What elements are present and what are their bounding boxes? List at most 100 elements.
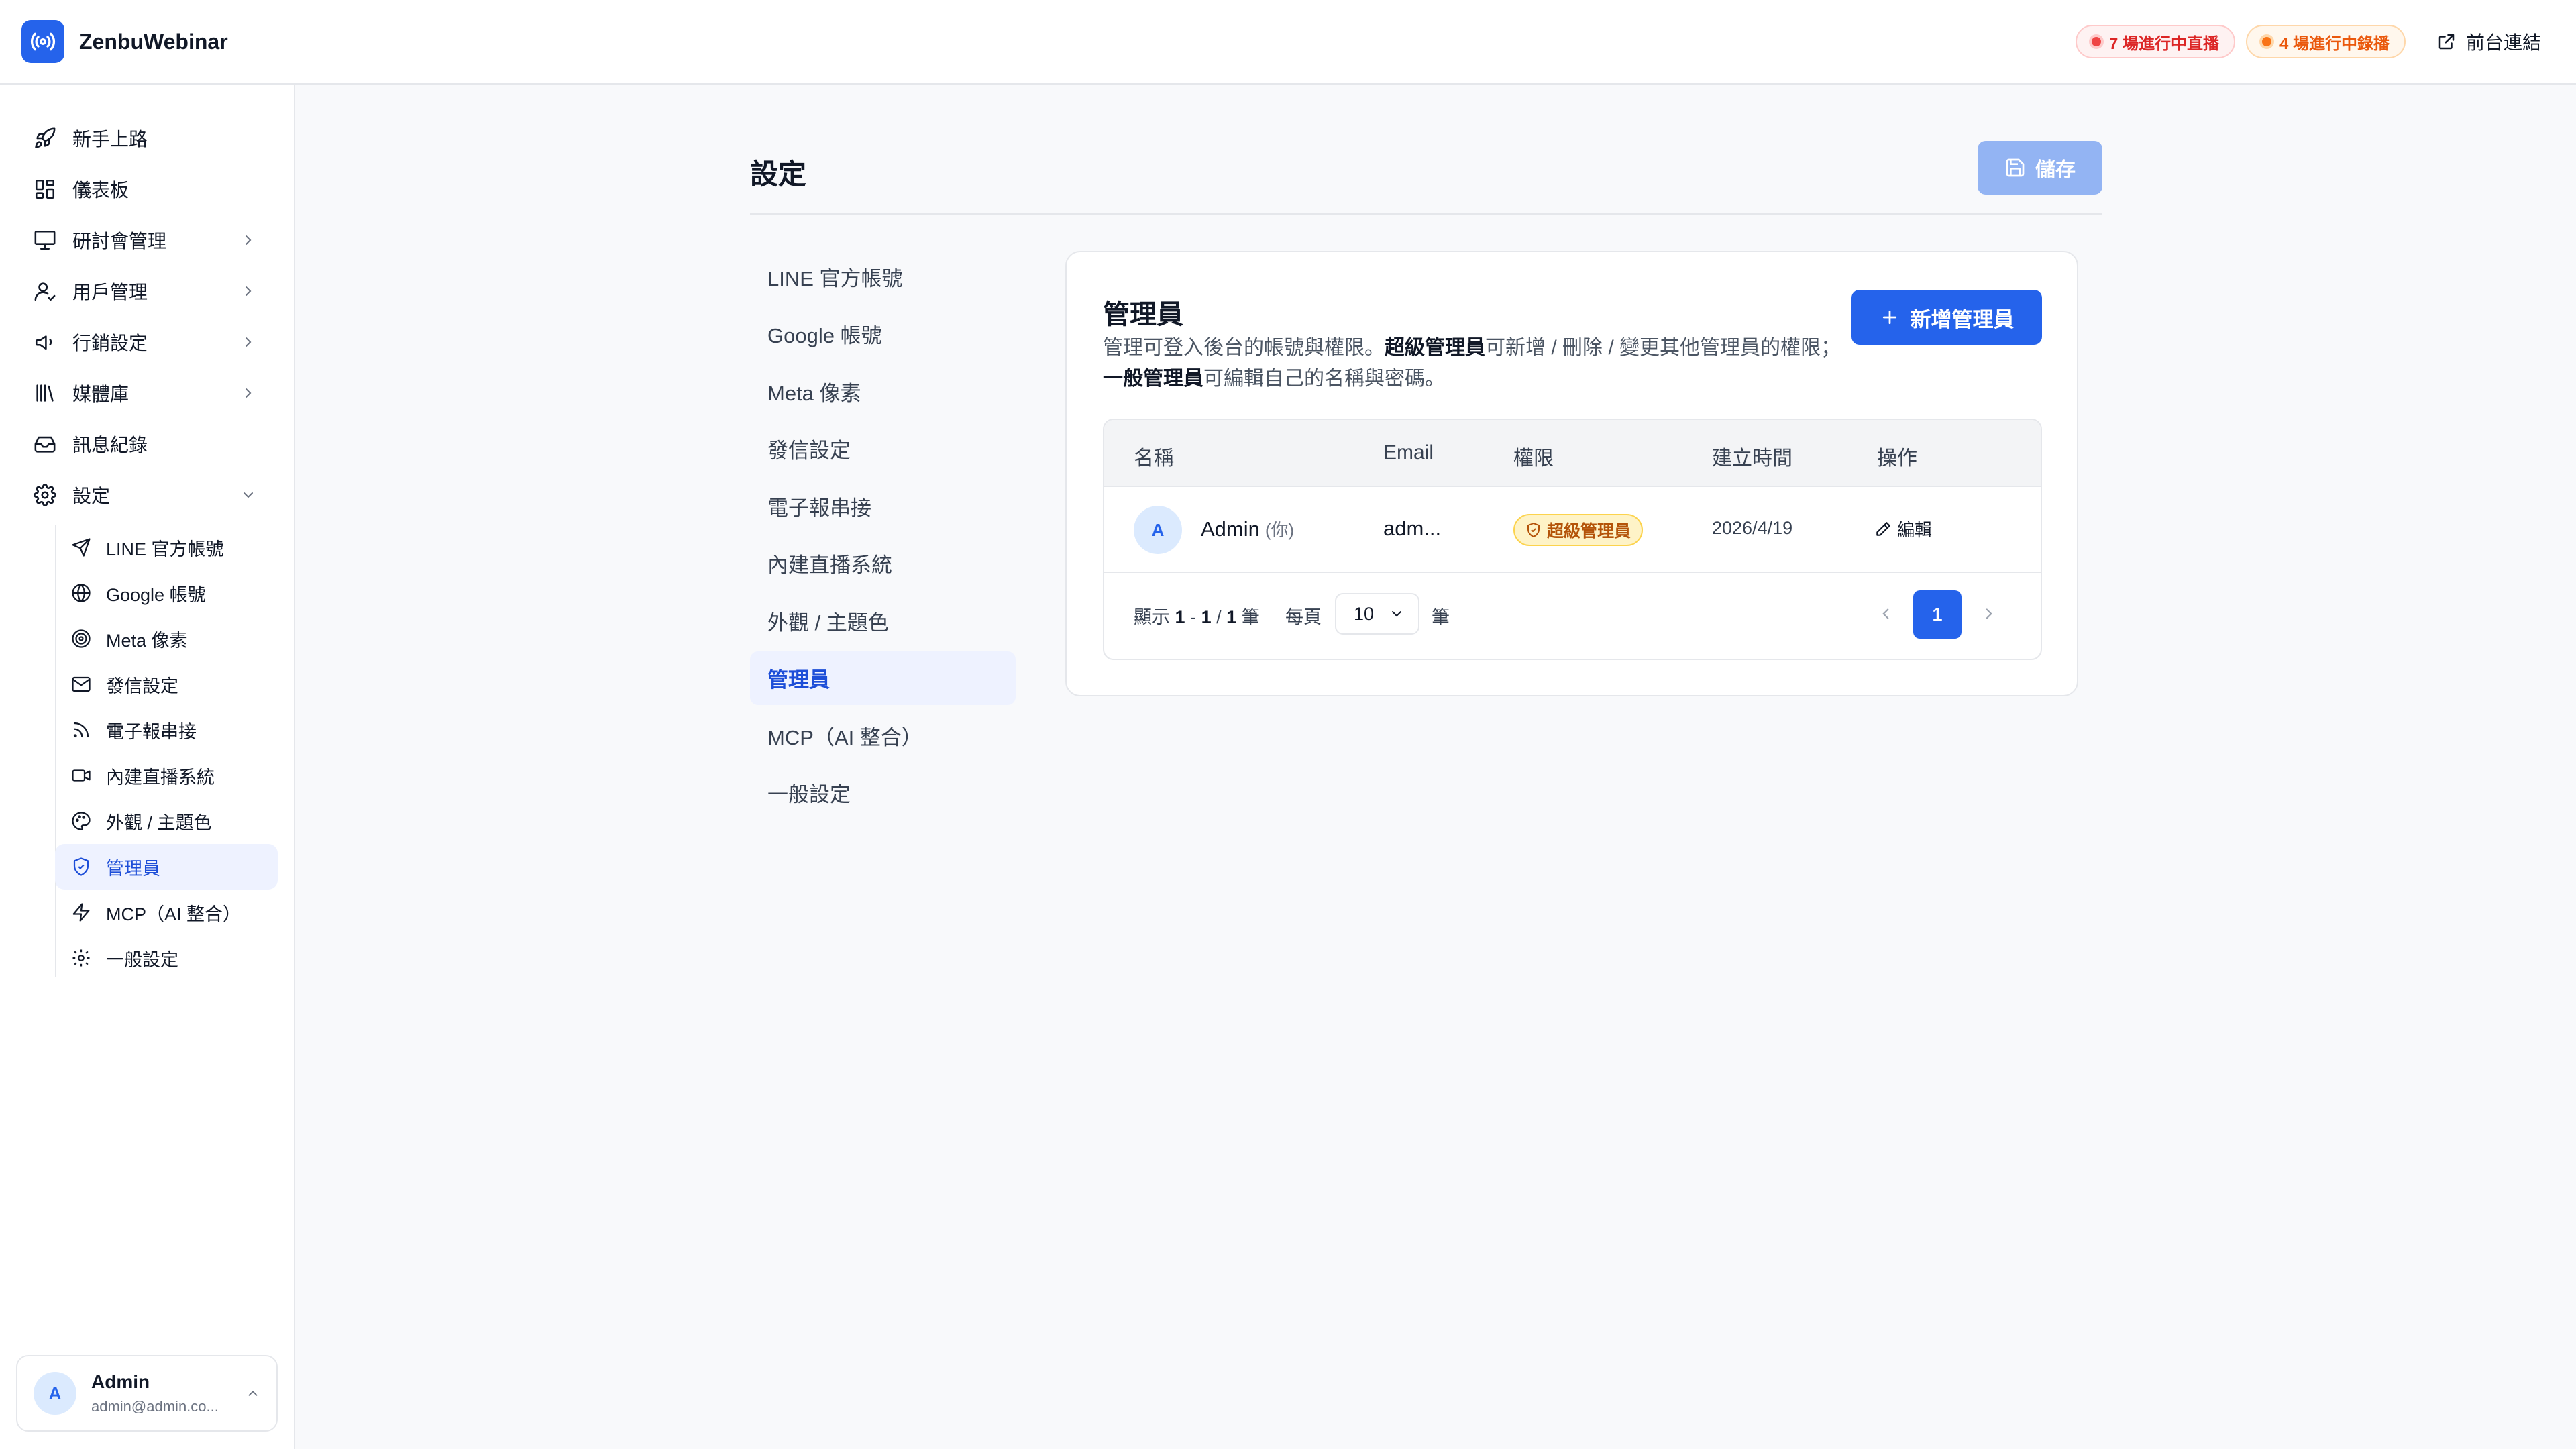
add-admin-button[interactable]: 新增管理員 <box>1851 290 2042 345</box>
subnav-item-general[interactable]: 一般設定 <box>55 935 278 981</box>
subnav-item-live-system[interactable]: 內建直播系統 <box>55 753 278 798</box>
subnav-item-theme[interactable]: 外觀 / 主題色 <box>55 798 278 844</box>
save-icon <box>2006 158 2025 177</box>
subnav-item-mail[interactable]: 發信設定 <box>55 661 278 707</box>
sidebar-item-marketing[interactable]: 行銷設定 <box>0 317 294 368</box>
sidebar-item-media-library[interactable]: 媒體庫 <box>0 368 294 419</box>
broadcast-logo-icon[interactable] <box>21 20 64 63</box>
subnav-item-line[interactable]: LINE 官方帳號 <box>55 525 278 570</box>
add-admin-label: 新增管理員 <box>1910 307 2015 331</box>
front-link-label: 前台連結 <box>2465 32 2541 53</box>
admin-email: adm... <box>1383 517 1442 540</box>
desc-bold-super-admin: 超級管理員 <box>1385 337 1485 359</box>
chevron-right-icon[interactable] <box>1980 605 1998 623</box>
chevron-down-icon <box>244 492 253 498</box>
subnav-item-label: LINE 官方帳號 <box>106 539 224 559</box>
settings-nav: LINE 官方帳號 Google 帳號 Meta 像素 發信設定 電子報串接 內… <box>750 250 1016 823</box>
table-row: A Admin (你) adm... 超級管理員 2026/4/19 編輯 <box>1104 487 2041 573</box>
save-label: 儲存 <box>2035 159 2076 181</box>
presentation-icon <box>34 230 56 250</box>
page-size-select[interactable]: 10 <box>1335 593 1419 635</box>
card-description: 管理可登入後台的帳號與權限。超級管理員可新增 / 刪除 / 變更其他管理員的權限… <box>1103 333 1841 394</box>
live-count-badge[interactable]: 7 場進行中直播 <box>2075 25 2235 58</box>
sidebar-item-label: 訊息紀錄 <box>72 435 148 455</box>
user-info: Admin admin@admin.co... <box>91 1371 219 1415</box>
column-header-actions: 操作 <box>1877 447 1917 470</box>
sidebar-item-webinars[interactable]: 研討會管理 <box>0 215 294 266</box>
per-page-unit: 筆 <box>1432 607 1450 627</box>
subnav-item-google[interactable]: Google 帳號 <box>55 570 278 616</box>
subnav-item-newsletter[interactable]: 電子報串接 <box>55 707 278 753</box>
user-menu[interactable]: A Admin admin@admin.co... <box>16 1355 278 1432</box>
sidebar-item-label: 用戶管理 <box>72 282 148 303</box>
save-button[interactable]: 儲存 <box>1978 141 2102 195</box>
sidebar-item-messages[interactable]: 訊息紀錄 <box>0 419 294 470</box>
desc-text: 可新增 / 刪除 / 變更其他管理員的權限； <box>1485 337 1841 359</box>
sidebar-item-onboarding[interactable]: 新手上路 <box>0 113 294 164</box>
settings-nav-newsletter[interactable]: 電子報串接 <box>750 479 1016 533</box>
desc-bold-admin: 一般管理員 <box>1103 368 1203 390</box>
chevron-down-icon <box>1392 611 1402 617</box>
row-count: 顯示 1 - 1 / 1 筆 <box>1134 602 1260 629</box>
settings-nav-admins[interactable]: 管理員 <box>750 651 1016 705</box>
settings-nav-theme[interactable]: 外觀 / 主題色 <box>750 594 1016 647</box>
target-icon <box>72 629 91 648</box>
subnav-item-meta-pixel[interactable]: Meta 像素 <box>55 616 278 661</box>
settings-nav-meta-pixel[interactable]: Meta 像素 <box>750 364 1016 418</box>
live-dot-icon <box>2091 37 2101 46</box>
settings-nav-line[interactable]: LINE 官方帳號 <box>750 250 1016 303</box>
external-link-icon <box>2438 34 2455 50</box>
subnav-item-label: 電子報串接 <box>106 721 197 742</box>
role-badge: 超級管理員 <box>1513 514 1644 546</box>
plus-icon <box>1882 310 1896 325</box>
column-header-role: 權限 <box>1513 447 1554 470</box>
subnav-item-mcp[interactable]: MCP（AI 整合） <box>55 890 278 935</box>
dashboard-icon <box>35 179 55 199</box>
globe-icon <box>72 584 91 602</box>
chevron-up-icon <box>248 1390 258 1396</box>
chevron-right-icon <box>246 286 252 296</box>
settings-nav-mail[interactable]: 發信設定 <box>750 422 1016 476</box>
shield-icon <box>73 857 89 876</box>
settings-nav-google[interactable]: Google 帳號 <box>750 307 1016 361</box>
card-title: 管理員 <box>1103 300 1183 329</box>
sidebar-item-users[interactable]: 用戶管理 <box>0 266 294 317</box>
sidebar-item-dashboard[interactable]: 儀表板 <box>0 164 294 215</box>
recording-count-badge[interactable]: 4 場進行中錄播 <box>2245 25 2406 58</box>
subnav-item-label: Google 帳號 <box>106 584 206 605</box>
user-email: admin@admin.co... <box>91 1398 219 1415</box>
avatar: A <box>34 1372 76 1415</box>
settings-nav-live-system[interactable]: 內建直播系統 <box>750 537 1016 590</box>
per-page-label: 每頁 <box>1285 607 1322 627</box>
inbox-icon <box>34 436 56 453</box>
table-header: 名稱 Email 權限 建立時間 操作 <box>1104 420 2041 487</box>
admin-name-cell: Admin (你) <box>1201 517 1294 541</box>
sidebar-item-label: 設定 <box>72 486 111 506</box>
you-tag: (你) <box>1265 520 1295 540</box>
subnav-item-label: Meta 像素 <box>106 630 188 651</box>
sidebar: 新手上路 儀表板 研討會管理 用戶管理 行銷設定 媒體庫 訊息紀錄 設定 LIN… <box>0 85 295 1449</box>
sidebar-item-label: 媒體庫 <box>72 384 129 405</box>
divider <box>750 213 2102 215</box>
avatar: A <box>1134 506 1182 554</box>
send-icon <box>72 538 91 557</box>
sidebar-item-label: 儀表板 <box>72 180 129 201</box>
app-name[interactable]: ZenbuWebinar <box>79 30 228 54</box>
count-prefix: 顯示 <box>1134 607 1170 627</box>
settings-nav-general[interactable]: 一般設定 <box>750 766 1016 820</box>
edit-button[interactable]: 編輯 <box>1874 517 1932 541</box>
library-icon <box>36 384 54 402</box>
admin-name: Admin <box>1201 517 1260 541</box>
chevron-left-icon[interactable] <box>1877 605 1894 623</box>
subnav-item-label: MCP（AI 整合） <box>106 904 241 924</box>
sidebar-item-settings[interactable]: 設定 <box>0 470 294 521</box>
page-button-current[interactable]: 1 <box>1913 590 1962 639</box>
count-dash: - <box>1190 607 1197 627</box>
megaphone-icon <box>35 335 52 350</box>
settings-nav-mcp[interactable]: MCP（AI 整合） <box>750 708 1016 762</box>
subnav-item-label: 一般設定 <box>106 949 178 970</box>
count-to: 1 <box>1201 607 1212 627</box>
front-site-link[interactable]: 前台連結 <box>2436 28 2555 55</box>
page-title: 設定 <box>750 158 807 190</box>
subnav-item-admins[interactable]: 管理員 <box>55 844 278 890</box>
